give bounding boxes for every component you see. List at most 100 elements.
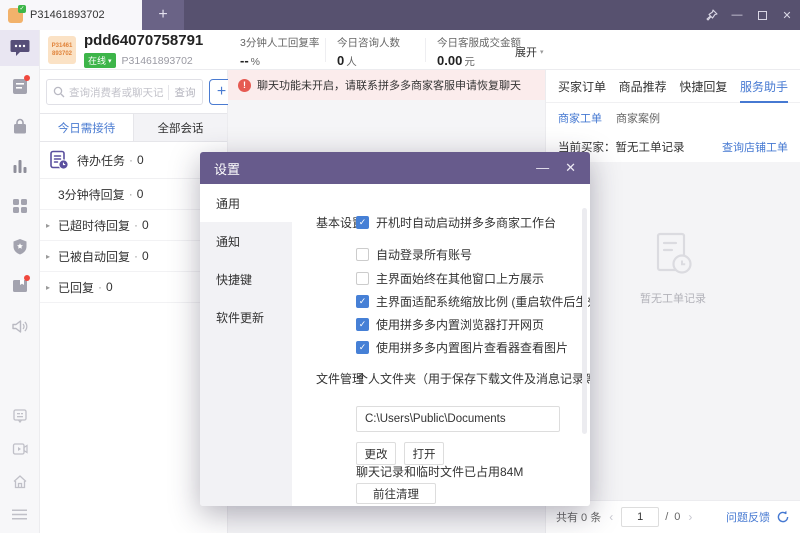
search-placeholder: 查询消费者或聊天记录 [69,85,164,100]
account-tab-label: P31461893702 [30,9,105,21]
menu-icon [12,509,27,520]
settings-dialog-body: 通用 通知 快捷键 软件更新 基本设置 开机时自动启动拼多多商家工作台 自动登录… [200,184,590,506]
checkbox[interactable] [356,341,369,354]
group-3min-pending[interactable]: ▸ 3分钟待回复·0 [40,179,227,210]
stat-visitors: 今日咨询人数 0人 [337,35,429,69]
sidebar-item-apps[interactable] [0,186,39,226]
settings-tab-notifications[interactable]: 通知 [200,222,292,260]
prev-page-icon[interactable]: ‹ [607,510,615,524]
sidebar-item-announce[interactable] [0,306,39,346]
page-input[interactable] [621,507,659,527]
group-replied[interactable]: ▸ 已回复·0 [40,272,227,303]
sidebar-item-goods[interactable] [0,266,39,306]
tab-service-assistant[interactable]: 服务助手 [740,70,788,103]
pin-icon[interactable] [703,6,721,24]
sidebar-item-security[interactable] [0,226,39,266]
status-line: 在线▾ P31461893702 [84,53,193,68]
checkbox[interactable] [356,248,369,261]
settings-tab-general[interactable]: 通用 [200,184,292,222]
option-image-viewer: 使用拼多多内置图片查看器查看图片 [356,339,568,355]
close-button[interactable]: ✕ [778,6,796,24]
conversation-tabs: 今日需接待 全部会话 [40,113,227,142]
feedback-link[interactable]: 问题反馈 [726,509,770,525]
alert-icon: ! [238,79,251,92]
shop-bag-icon [12,118,28,135]
settings-dialog-title: 设置 [214,159,240,178]
option-dpi-scale: 主界面适配系统缩放比例 (重启软件后生效) [356,293,590,309]
checkbox[interactable] [356,216,369,229]
page-total: 0 [674,511,680,523]
checkbox[interactable] [356,318,369,331]
tab-quick-reply[interactable]: 快捷回复 [679,70,727,103]
search-button[interactable]: 查询 [168,85,196,100]
sidebar-item-video[interactable] [0,432,39,465]
option-always-on-top: 主界面始终在其他窗口上方展示 [356,270,544,286]
bar-chart-icon [12,159,28,174]
stat-reply-rate: 3分钟人工回复率 --% [240,35,332,68]
chevron-right-icon: ▸ [46,283,54,292]
merchant-workstation-app: ✓ P31461893702 + — ✕ [0,0,800,533]
video-icon [12,442,28,456]
query-shop-tickets-link[interactable]: 查询店铺工单 [722,139,788,155]
empty-text: 暂无工单记录 [640,290,706,306]
search-input[interactable]: 查询消费者或聊天记录 查询 [46,79,203,105]
chevron-right-icon: ▸ [46,221,54,230]
shop-name: pdd64070758791 [84,32,203,49]
avatar: P31461893702 [48,36,76,64]
subtab-merchant-tickets[interactable]: 商家工单 [558,110,602,126]
bubble-board-icon [12,408,28,424]
folder-desc: 个人文件夹（用于保存下载文件及消息记录等）位置 [356,370,590,387]
dialog-minimize-button[interactable]: — [536,160,549,176]
open-folder-button[interactable]: 打开 [404,442,444,465]
warning-banner: ! 聊天功能未开启，请联系拼多多商家客服申请恢复聊天 [228,70,545,100]
tab-buyer-orders[interactable]: 买家订单 [558,70,606,103]
change-folder-button[interactable]: 更改 [356,442,396,465]
total-count: 共有 0 条 [556,509,601,525]
option-builtin-browser: 使用拼多多内置浏览器打开网页 [356,316,544,332]
new-tab-button[interactable]: + [142,0,184,30]
tab-today-reception[interactable]: 今日需接待 [40,114,133,141]
online-status-badge[interactable]: 在线▾ [84,53,116,68]
sidebar-item-data[interactable] [0,146,39,186]
dialog-scrollbar[interactable] [582,208,587,434]
tab-product-recommend[interactable]: 商品推荐 [619,70,667,103]
sidebar-bottom-group [0,399,39,533]
group-overtime-pending[interactable]: ▸ 已超时待回复·0 [40,210,227,241]
page-separator: / [665,511,668,523]
checkbox[interactable] [356,272,369,285]
next-page-icon[interactable]: › [686,510,694,524]
sidebar-item-chat[interactable] [0,30,39,66]
settings-dialog: 设置 — ✕ 通用 通知 快捷键 软件更新 基本设置 开机时自动启动拼多多商家工… [200,152,590,506]
refresh-icon[interactable] [776,510,790,524]
speaker-icon [11,319,28,334]
group-auto-replied[interactable]: ▸ 已被自动回复·0 [40,241,227,272]
settings-tab-shortcuts[interactable]: 快捷键 [200,260,292,298]
dialog-controls: — ✕ [536,160,576,176]
window-controls: — ✕ [703,0,796,30]
account-id: P31461893702 [122,55,193,67]
search-icon [53,86,65,98]
account-tab[interactable]: ✓ P31461893702 [0,0,142,30]
warning-text: 聊天功能未开启，请联系拼多多商家客服申请恢复聊天 [257,77,521,93]
sidebar-item-shop[interactable] [0,106,39,146]
sidebar-item-notice-board[interactable] [0,399,39,432]
apps-grid-icon [12,198,28,214]
checkbox[interactable] [356,295,369,308]
sidebar-item-orders[interactable] [0,66,39,106]
chevron-down-icon: ▾ [108,57,112,65]
option-autostart: 开机时自动启动拼多多商家工作台 [356,214,556,230]
clean-button[interactable]: 前往清理 [356,483,436,504]
sidebar-item-home[interactable] [0,465,39,498]
online-check-icon: ✓ [18,5,26,13]
folder-path-input[interactable] [356,406,560,432]
home-icon [12,474,28,489]
sidebar-item-menu[interactable] [0,498,39,531]
tab-all-sessions[interactable]: 全部会话 [133,114,227,141]
expand-button[interactable]: 展开▾ [515,44,544,60]
settings-tab-updates[interactable]: 软件更新 [200,298,292,336]
maximize-button[interactable] [753,6,771,24]
todo-task-row[interactable]: 待办任务·0 [40,142,227,179]
minimize-button[interactable]: — [728,6,746,24]
dialog-close-button[interactable]: ✕ [565,160,576,176]
subtab-merchant-cases[interactable]: 商家案例 [616,110,660,126]
